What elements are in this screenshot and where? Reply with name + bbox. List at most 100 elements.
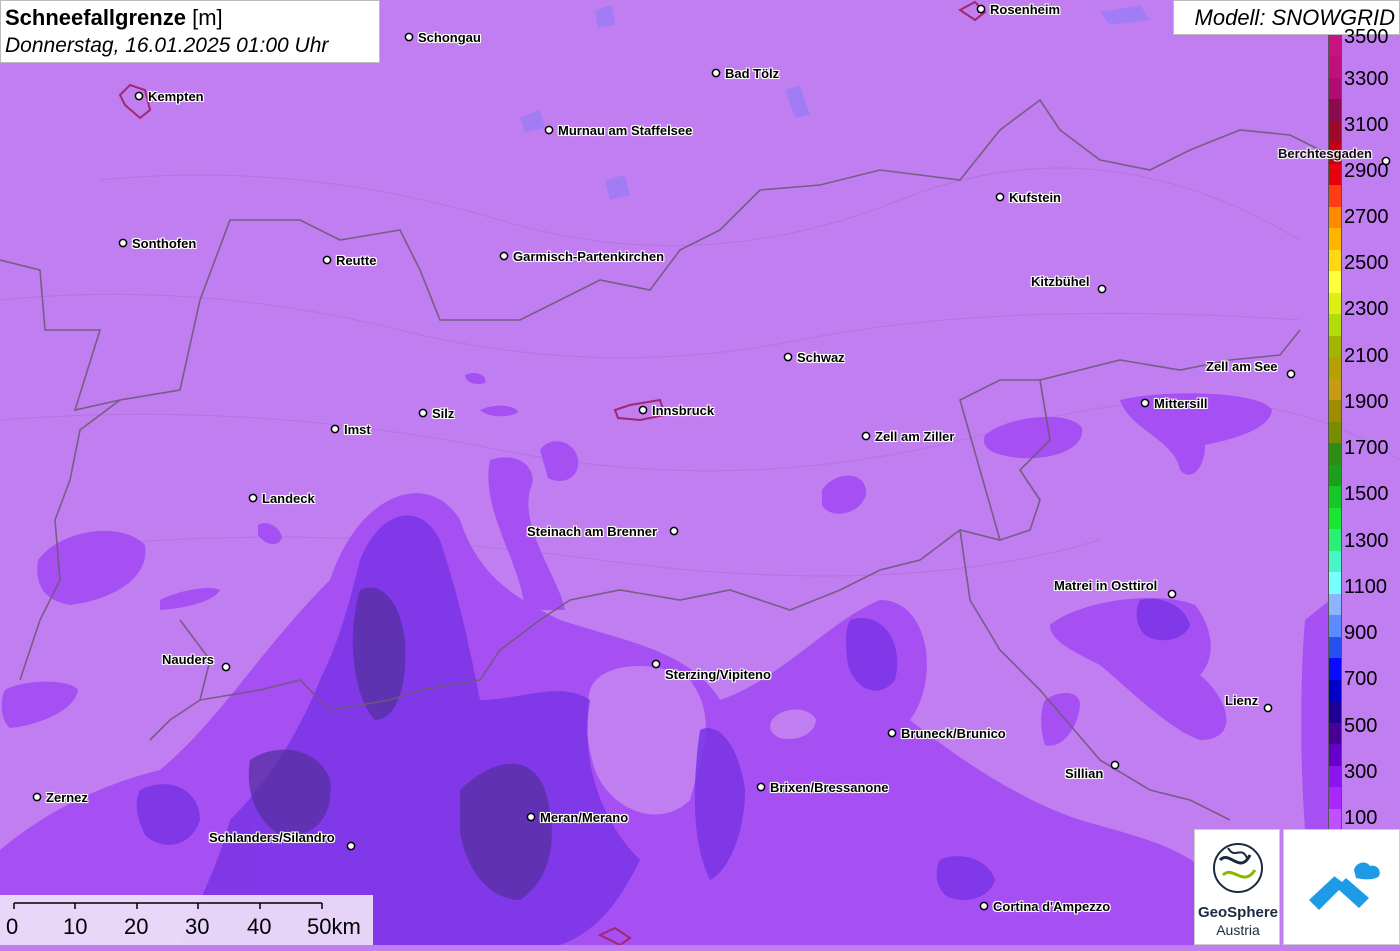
city-marker[interactable] [221, 662, 231, 672]
city-marker[interactable] [638, 405, 648, 415]
city-label: Matrei in Osttirol [1054, 578, 1158, 593]
city-marker[interactable] [783, 352, 793, 362]
city-label: Kitzbühel [1031, 274, 1090, 289]
city-marker[interactable] [976, 4, 986, 14]
legend-swatch [1329, 163, 1341, 186]
city-label: Mittersill [1154, 396, 1208, 411]
city-label: Landeck [262, 491, 315, 506]
legend-swatch [1329, 464, 1341, 487]
legend-swatch [1329, 335, 1341, 358]
legend-label: 1700 [1344, 437, 1389, 459]
legend-label: 2300 [1344, 298, 1389, 320]
city-marker[interactable] [526, 812, 536, 822]
city-label: Cortina d'Ampezzo [993, 899, 1111, 914]
city-marker[interactable] [544, 125, 554, 135]
legend-swatch [1329, 808, 1341, 830]
city-marker[interactable] [322, 255, 332, 265]
scale-label: 50km [307, 914, 361, 939]
city-marker[interactable] [1097, 284, 1107, 294]
legend-swatch [1329, 787, 1341, 809]
legend-swatch [1329, 529, 1341, 552]
city-label: Imst [344, 422, 371, 437]
city-marker[interactable] [861, 431, 871, 441]
legend-label: 700 [1344, 668, 1378, 690]
city-marker[interactable] [248, 493, 258, 503]
legend-label: 2500 [1344, 252, 1389, 274]
legend-swatch [1329, 35, 1341, 57]
snowgrid-logo[interactable] [1283, 829, 1400, 945]
legend-label: 100 [1344, 807, 1378, 829]
city-marker[interactable] [330, 424, 340, 434]
city-label: Innsbruck [652, 403, 715, 418]
legend-swatch [1329, 99, 1341, 122]
city-marker[interactable] [134, 91, 144, 101]
city-marker[interactable] [346, 841, 356, 851]
city-marker[interactable] [1167, 589, 1177, 599]
scale-label: 0 [6, 914, 19, 939]
snowfall-line-map[interactable] [0, 0, 1400, 945]
city-label: Schongau [418, 30, 481, 45]
city-marker[interactable] [995, 192, 1005, 202]
legend-swatch [1329, 550, 1341, 573]
city-label: Silz [432, 406, 455, 421]
legend-swatch [1329, 701, 1341, 724]
legend-swatch [1329, 765, 1341, 788]
city-marker[interactable] [1286, 369, 1296, 379]
city-label: Sillian [1065, 766, 1104, 781]
legend-swatch [1329, 228, 1341, 251]
city-marker[interactable] [32, 792, 42, 802]
city-marker[interactable] [756, 782, 766, 792]
scale-label: 40 [247, 914, 272, 939]
city-marker[interactable] [118, 238, 128, 248]
city-label: Zernez [46, 790, 88, 805]
city-label: Rosenheim [990, 2, 1061, 17]
city-marker[interactable] [887, 728, 897, 738]
city-label: Murnau am Staffelsee [558, 123, 693, 138]
city-label: Bad Tölz [725, 66, 780, 81]
city-label: Zell am Ziller [875, 429, 955, 444]
city-marker[interactable] [404, 32, 414, 42]
city-marker[interactable] [418, 408, 428, 418]
legend-swatch [1329, 722, 1341, 745]
city-label: Bruneck/Brunico [901, 726, 1006, 741]
legend-label: 1500 [1344, 483, 1389, 505]
geosphere-emblem-icon [1213, 843, 1263, 893]
city-label: Sonthofen [132, 236, 197, 251]
legend-swatch [1329, 206, 1341, 229]
city-marker[interactable] [499, 251, 509, 261]
city-label: Brixen/Bressanone [770, 780, 889, 795]
city-marker[interactable] [1263, 703, 1273, 713]
legend-swatch [1329, 593, 1341, 616]
city-label: Kempten [148, 89, 204, 104]
geosphere-austria-logo[interactable]: GeoSphere Austria [1194, 829, 1280, 945]
legend-swatch [1329, 744, 1341, 767]
city-label: Schwaz [797, 350, 845, 365]
scale-label: 20 [124, 914, 149, 939]
legend-label: 300 [1344, 761, 1378, 783]
city-label: Reutte [336, 253, 377, 268]
city-marker[interactable] [1140, 398, 1150, 408]
city-marker[interactable] [669, 526, 679, 536]
legend-swatch [1329, 292, 1341, 315]
legend-label: 3500 [1344, 26, 1389, 48]
legend-swatch [1329, 185, 1341, 208]
legend-label: 2700 [1344, 206, 1389, 228]
city-label: Meran/Merano [540, 810, 629, 825]
legend-swatch [1329, 357, 1341, 380]
legend-swatch [1329, 249, 1341, 272]
scale-label: 10 [63, 914, 88, 939]
legend-label: 3100 [1344, 114, 1389, 136]
legend-swatch [1329, 658, 1341, 681]
geosphere-sub: Austria [1216, 922, 1260, 938]
city-marker[interactable] [979, 901, 989, 911]
city-marker[interactable] [651, 659, 661, 669]
geosphere-name: GeoSphere [1197, 904, 1279, 921]
legend-swatch [1329, 378, 1341, 401]
legend-swatch [1329, 120, 1341, 143]
city-marker[interactable] [1110, 760, 1120, 770]
legend-swatch [1329, 443, 1341, 466]
city-marker[interactable] [711, 68, 721, 78]
city-label: Kufstein [1009, 190, 1061, 205]
city-label: Garmisch-Partenkirchen [513, 249, 665, 264]
legend-label: 1900 [1344, 391, 1389, 413]
